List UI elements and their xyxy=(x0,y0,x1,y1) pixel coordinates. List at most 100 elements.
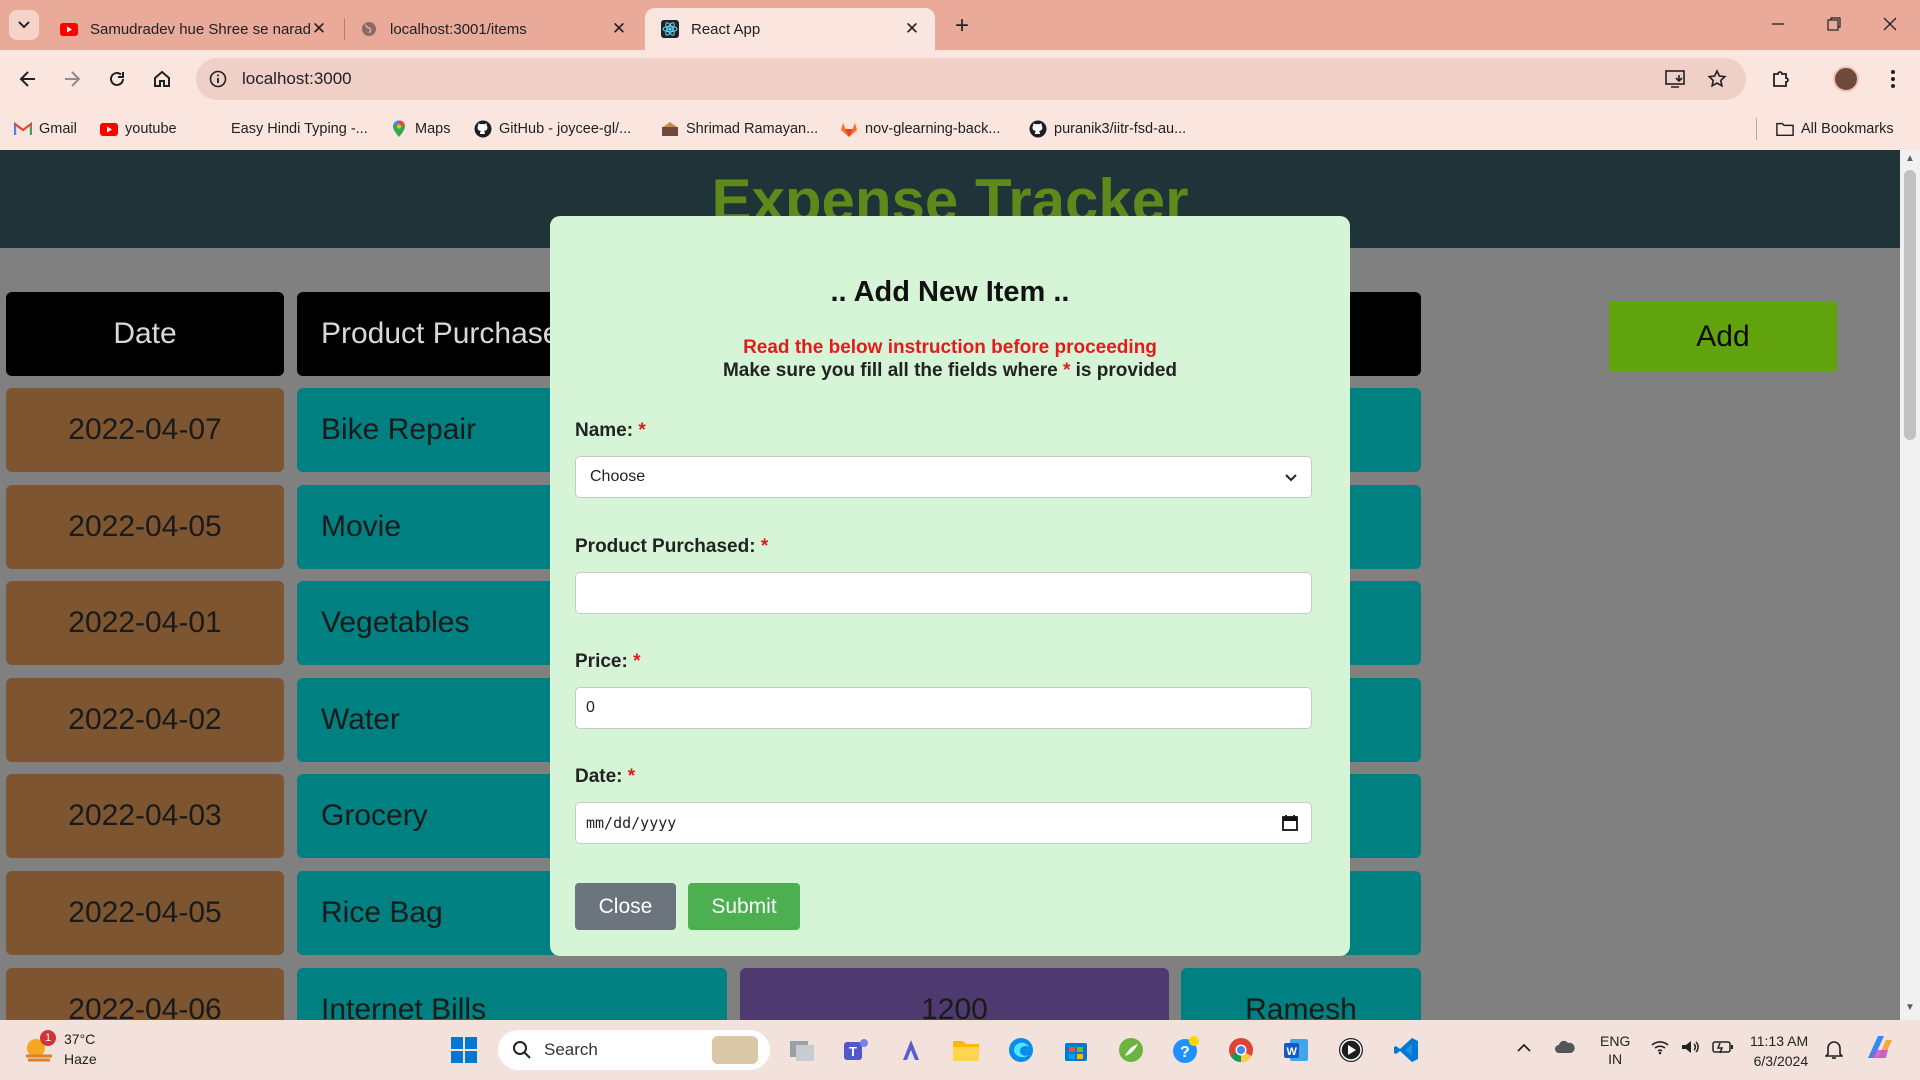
task-view-icon[interactable] xyxy=(784,1032,820,1068)
svg-text:W: W xyxy=(1287,1046,1298,1058)
page-scrollbar[interactable]: ▲ ▼ xyxy=(1900,150,1920,1020)
onedrive-icon[interactable] xyxy=(1554,1040,1576,1057)
bookmark-label: Easy Hindi Typing -... xyxy=(231,121,368,137)
menu-button[interactable] xyxy=(1876,62,1910,96)
copilot-tray-icon[interactable] xyxy=(1864,1032,1896,1067)
scrollbar-thumb[interactable] xyxy=(1904,170,1916,440)
windows-taskbar: 1 37°C Haze Search T ? W ENG IN 11:13 AM… xyxy=(0,1020,1920,1080)
instruction-text: Make sure you fill all the fields where xyxy=(722,360,1063,381)
bookmark-star-icon[interactable] xyxy=(1705,67,1729,91)
install-app-icon[interactable] xyxy=(1664,67,1688,91)
close-icon[interactable]: ✕ xyxy=(610,19,628,38)
system-clock[interactable]: 11:13 AM 6/3/2024 xyxy=(1750,1031,1808,1071)
notifications-bell-icon[interactable] xyxy=(1824,1039,1844,1062)
spring-icon[interactable] xyxy=(1113,1032,1149,1068)
name-select[interactable]: Choose xyxy=(575,456,1312,498)
price-input[interactable]: 0 xyxy=(575,687,1312,729)
youtube-icon xyxy=(60,20,78,38)
address-bar[interactable]: localhost:3000 xyxy=(196,58,1746,100)
all-bookmarks-button[interactable]: All Bookmarks xyxy=(1776,118,1894,140)
folder-icon xyxy=(1776,120,1794,138)
bookmark-easy-hindi[interactable]: Easy Hindi Typing -... xyxy=(206,118,368,140)
calendar-icon[interactable] xyxy=(1281,814,1299,832)
required-mark: * xyxy=(627,766,636,787)
taskbar-search[interactable]: Search xyxy=(498,1030,770,1070)
close-icon[interactable]: ✕ xyxy=(903,19,921,38)
back-button[interactable] xyxy=(11,62,45,96)
github-icon xyxy=(474,120,492,138)
reload-icon xyxy=(110,71,124,86)
edge-icon[interactable] xyxy=(1003,1032,1039,1068)
reload-button[interactable] xyxy=(100,62,134,96)
restore-icon xyxy=(1827,17,1841,31)
windows-start-icon[interactable] xyxy=(446,1032,482,1068)
minimize-button[interactable] xyxy=(1755,8,1801,40)
url-text[interactable]: localhost:3000 xyxy=(242,69,352,89)
date-cell: 2022-04-05 xyxy=(6,485,284,569)
arrow-right-icon xyxy=(65,71,81,87)
home-button[interactable] xyxy=(145,62,179,96)
home-icon xyxy=(154,70,170,87)
bookmark-github-joycee[interactable]: GitHub - joycee-gl/... xyxy=(474,118,631,140)
label-text: Product Purchased: xyxy=(575,536,756,557)
tab-localhost-items[interactable]: localhost:3001/items ✕ xyxy=(344,8,642,50)
bookmark-maps[interactable]: Maps xyxy=(390,118,450,140)
word-icon[interactable]: W xyxy=(1278,1032,1314,1068)
modal-instruction: Make sure you fill all the fields where … xyxy=(550,360,1350,382)
product-input[interactable] xyxy=(575,572,1312,614)
close-window-button[interactable] xyxy=(1867,8,1913,40)
close-icon[interactable]: ✕ xyxy=(310,19,328,38)
avatar xyxy=(1833,66,1859,92)
forward-button[interactable] xyxy=(55,62,89,96)
help-icon[interactable]: ? xyxy=(1168,1032,1204,1068)
globe-icon xyxy=(360,20,378,38)
chrome-icon[interactable] xyxy=(1223,1032,1259,1068)
bookmark-label: puranik3/iitr-fsd-au... xyxy=(1054,121,1187,137)
bookmark-label: youtube xyxy=(125,121,177,137)
wifi-icon[interactable] xyxy=(1650,1039,1670,1058)
product-label: Product Purchased: * xyxy=(575,536,768,558)
add-button[interactable]: Add xyxy=(1609,301,1837,372)
tab-search-button[interactable] xyxy=(9,10,39,40)
battery-icon[interactable] xyxy=(1712,1040,1734,1057)
bookmark-gmail[interactable]: Gmail xyxy=(14,118,77,140)
media-player-icon[interactable] xyxy=(1333,1032,1369,1068)
chevron-down-icon xyxy=(1285,474,1297,482)
new-tab-button[interactable]: + xyxy=(948,12,976,40)
close-button[interactable]: Close xyxy=(575,883,676,930)
bookmark-shrimad-ramayan[interactable]: Shrimad Ramayan... xyxy=(661,118,818,140)
weather-widget[interactable]: 1 xyxy=(22,1030,58,1068)
bookmark-youtube[interactable]: youtube xyxy=(100,118,177,140)
vscode-icon[interactable] xyxy=(1388,1032,1424,1068)
required-mark: * xyxy=(633,651,641,672)
bookmark-label: nov-glearning-back... xyxy=(865,121,1001,137)
date-placeholder: mm/dd/yyyy xyxy=(586,814,677,832)
profile-button[interactable] xyxy=(1829,62,1863,96)
notification-badge: 1 xyxy=(40,1030,56,1046)
tab-youtube[interactable]: Samudradev hue Shree se narad ✕ xyxy=(44,8,342,50)
copilot-icon[interactable] xyxy=(893,1032,929,1068)
youtube-icon xyxy=(100,120,118,138)
svg-text:T: T xyxy=(849,1044,857,1059)
date-input[interactable]: mm/dd/yyyy xyxy=(575,802,1312,844)
add-item-modal: .. Add New Item .. Read the below instru… xyxy=(550,216,1350,956)
restore-button[interactable] xyxy=(1811,8,1857,40)
tab-react-app[interactable]: React App ✕ xyxy=(645,8,935,50)
site-info-icon[interactable] xyxy=(206,67,230,91)
bookmark-nov-glearning[interactable]: nov-glearning-back... xyxy=(840,118,1000,140)
chevron-up-icon[interactable] xyxy=(1516,1040,1532,1056)
extensions-button[interactable] xyxy=(1764,62,1798,96)
submit-button[interactable]: Submit xyxy=(688,883,800,930)
modal-warning: Read the below instruction before procee… xyxy=(743,337,1157,358)
label-text: Date: xyxy=(575,766,623,787)
volume-icon[interactable] xyxy=(1680,1039,1702,1058)
bookmark-github-puranik[interactable]: puranik3/iitr-fsd-au... xyxy=(1029,118,1186,140)
teams-icon[interactable]: T xyxy=(838,1032,874,1068)
scroll-down-icon[interactable]: ▼ xyxy=(1905,1002,1915,1013)
language-indicator[interactable]: ENG IN xyxy=(1600,1032,1630,1068)
microsoft-store-icon[interactable] xyxy=(1058,1032,1094,1068)
file-explorer-icon[interactable] xyxy=(948,1032,984,1068)
weather-condition: Haze xyxy=(64,1051,97,1067)
scroll-up-icon[interactable]: ▲ xyxy=(1905,153,1915,164)
site-icon xyxy=(661,120,679,138)
